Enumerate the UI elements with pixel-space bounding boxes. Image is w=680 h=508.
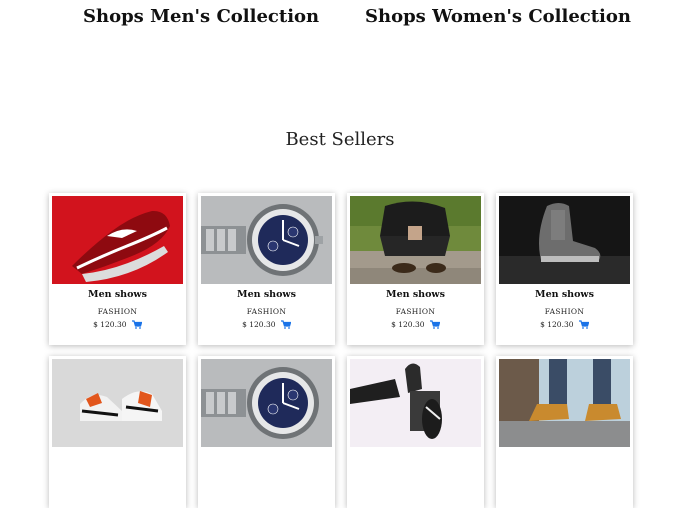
product-name[interactable]: Men shows	[49, 289, 186, 300]
product-card[interactable]: Men shows FASHION $ 120.30	[49, 193, 186, 345]
product-image-red-sneaker[interactable]	[52, 196, 183, 284]
product-name[interactable]: Men shows	[198, 289, 335, 300]
product-price: $ 120.30	[540, 320, 574, 329]
cart-icon[interactable]	[131, 320, 143, 331]
product-price-row: $ 120.30	[347, 320, 484, 331]
product-card[interactable]: Men shows FASHION $ 120.30	[347, 193, 484, 345]
product-image-dark-shoes[interactable]	[350, 359, 481, 447]
cart-icon[interactable]	[578, 320, 590, 331]
product-category: FASHION	[246, 307, 287, 316]
product-image-watch[interactable]	[201, 359, 332, 447]
mens-collection-link[interactable]: Shops Men's Collection	[83, 6, 319, 27]
cart-icon[interactable]	[429, 320, 441, 331]
product-image-grey-sneaker[interactable]	[499, 196, 630, 284]
product-card[interactable]: Men shows FASHION $ 120.30	[198, 193, 335, 345]
collections-bar: Shops Men's Collection Shops Women's Col…	[0, 6, 680, 36]
product-image-man-crouching[interactable]	[350, 196, 481, 284]
product-image-watch[interactable]	[201, 196, 332, 284]
product-price-row: $ 120.30	[49, 320, 186, 331]
product-image-boots[interactable]	[499, 359, 630, 447]
cart-icon[interactable]	[280, 320, 292, 331]
product-category: FASHION	[97, 307, 138, 316]
product-price-row: $ 120.30	[198, 320, 335, 331]
product-card[interactable]: Men shows FASHION $ 120.30	[496, 193, 633, 345]
product-price: $ 120.30	[391, 320, 425, 329]
product-card[interactable]	[198, 356, 335, 508]
product-card[interactable]	[496, 356, 633, 508]
product-price: $ 120.30	[93, 320, 127, 329]
product-image-orange-sneakers[interactable]	[52, 359, 183, 447]
best-sellers-title: Best Sellers	[285, 128, 395, 150]
product-category: FASHION	[544, 307, 585, 316]
product-name[interactable]: Men shows	[347, 289, 484, 300]
product-card[interactable]	[347, 356, 484, 508]
product-price-row: $ 120.30	[496, 320, 633, 331]
product-price: $ 120.30	[242, 320, 276, 329]
product-name[interactable]: Men shows	[496, 289, 633, 300]
womens-collection-link[interactable]: Shops Women's Collection	[365, 6, 631, 27]
product-card[interactable]	[49, 356, 186, 508]
product-category: FASHION	[395, 307, 436, 316]
